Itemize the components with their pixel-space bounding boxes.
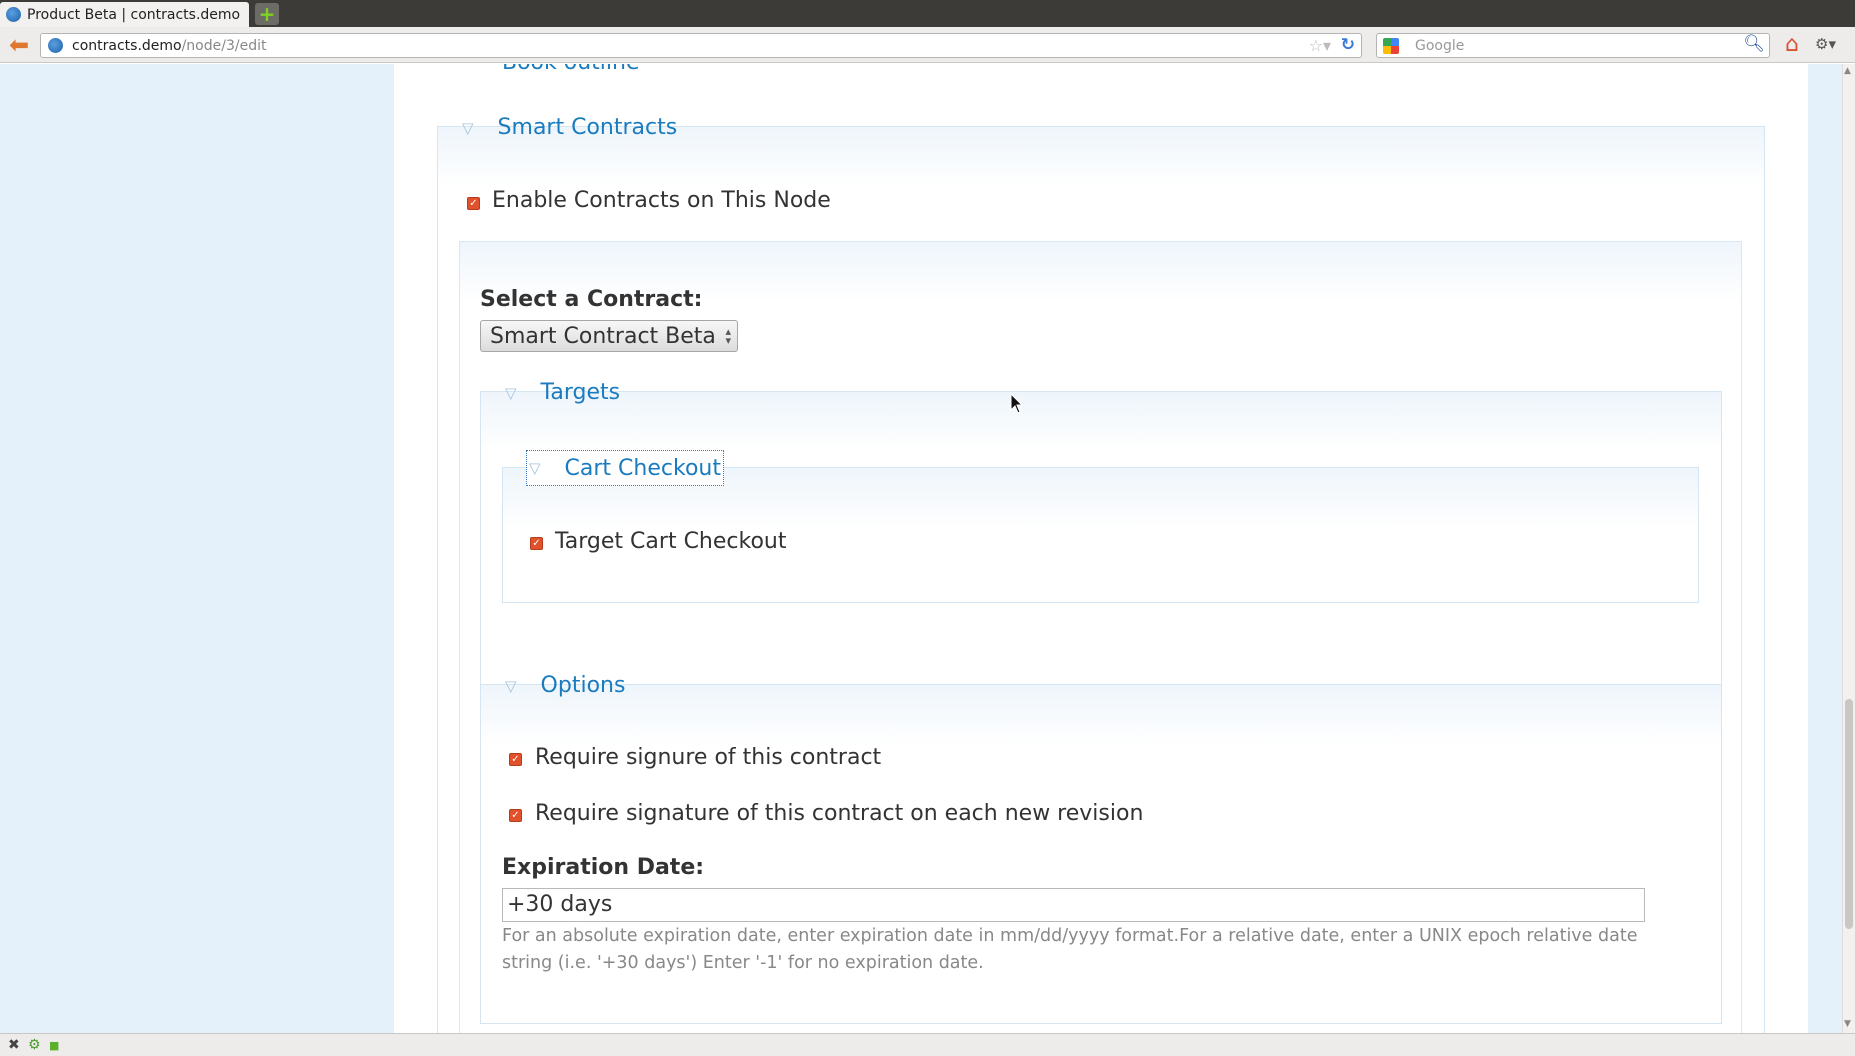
mouse-cursor-icon <box>1010 393 1024 414</box>
book-outline-legend[interactable]: Book outline <box>502 64 639 75</box>
triangle-down-icon[interactable]: ▽ <box>505 677 517 695</box>
right-gutter <box>1808 64 1844 1033</box>
triangle-down-icon[interactable]: ▽ <box>529 459 541 477</box>
cart-checkout-link[interactable]: Cart Checkout <box>565 456 723 481</box>
targets-link[interactable]: Targets <box>541 380 621 405</box>
reload-icon[interactable]: ↻ <box>1341 35 1355 55</box>
cart-checkout-legend[interactable]: ▽ Cart Checkout <box>526 450 724 486</box>
home-icon[interactable]: ⌂ <box>1780 33 1804 57</box>
browser-nav-bar: ⬅ contracts.demo/node/3/edit ☆▾ ↻ Google… <box>0 27 1855 63</box>
smart-contracts-legend[interactable]: ▽ Smart Contracts <box>462 115 677 140</box>
extension-menu-icon[interactable]: ⚙▾ <box>1815 35 1843 55</box>
select-arrows-icon: ▴ ▾ <box>725 325 731 347</box>
tab-title: Product Beta | contracts.demo <box>27 6 241 23</box>
url-bar[interactable]: contracts.demo/node/3/edit ☆▾ ↻ <box>40 33 1362 58</box>
page-viewport: Book outline ▽ Smart Contracts ✓ Enable … <box>0 64 1855 1033</box>
search-placeholder: Google <box>1415 37 1465 54</box>
smart-contracts-link[interactable]: Smart Contracts <box>498 115 678 140</box>
google-engine-icon[interactable] <box>1383 37 1399 54</box>
site-favicon-icon <box>6 7 21 22</box>
browser-tab[interactable]: Product Beta | contracts.demo <box>0 2 249 27</box>
target-cart-checkout-checkbox[interactable]: ✓ <box>530 537 543 550</box>
browser-status-bar: ✖ ⚙ ■ <box>0 1033 1855 1056</box>
contract-select-value: Smart Contract Beta <box>490 323 716 349</box>
left-sidebar <box>0 64 394 1033</box>
page-scrollbar[interactable]: ▲ ▼ <box>1842 64 1855 1033</box>
contract-select[interactable]: Smart Contract Beta ▴ ▾ <box>480 320 738 352</box>
url-path: /node/3/edit <box>181 37 267 54</box>
target-cart-checkout-label: Target Cart Checkout <box>555 529 787 554</box>
scroll-down-icon[interactable]: ▼ <box>1844 1019 1851 1029</box>
enable-contracts-checkbox[interactable]: ✓ <box>467 197 480 210</box>
new-tab-button[interactable]: + <box>255 3 279 25</box>
options-legend[interactable]: ▽ Options <box>505 673 625 698</box>
require-signature-label: Require signure of this contract <box>535 745 882 770</box>
close-icon[interactable]: ✖ <box>8 1037 20 1053</box>
require-revision-signature-checkbox[interactable]: ✓ <box>509 809 522 822</box>
expiration-date-input[interactable]: +30 days <box>502 888 1645 922</box>
url-host: contracts.demo <box>72 37 182 54</box>
require-signature-checkbox[interactable]: ✓ <box>509 753 522 766</box>
back-arrow-icon[interactable]: ⬅ <box>6 33 32 57</box>
expiration-date-description: For an absolute expiration date, enter e… <box>502 926 1638 973</box>
expiration-date-label: Expiration Date: <box>502 855 705 880</box>
triangle-down-icon[interactable]: ▽ <box>462 119 474 137</box>
search-bar[interactable]: Google 🔍︎ <box>1376 33 1770 58</box>
scrollbar-thumb[interactable] <box>1845 699 1853 929</box>
status-square-icon[interactable]: ■ <box>49 1039 59 1052</box>
select-contract-label: Select a Contract: <box>480 287 703 312</box>
search-magnifier-icon[interactable]: 🔍︎ <box>1743 34 1765 54</box>
scroll-up-icon[interactable]: ▲ <box>1844 66 1851 76</box>
triangle-down-icon[interactable]: ▽ <box>505 384 517 402</box>
targets-legend[interactable]: ▽ Targets <box>505 380 620 405</box>
browser-tab-bar: Product Beta | contracts.demo + <box>0 0 1855 27</box>
options-link[interactable]: Options <box>541 673 626 698</box>
bookmark-star-icon[interactable]: ☆▾ <box>1309 36 1331 55</box>
require-revision-signature-label: Require signature of this contract on ea… <box>535 801 1144 826</box>
enable-contracts-label: Enable Contracts on This Node <box>492 188 831 213</box>
addon-gear-icon[interactable]: ⚙ <box>28 1037 41 1053</box>
site-identity-icon <box>48 38 63 53</box>
